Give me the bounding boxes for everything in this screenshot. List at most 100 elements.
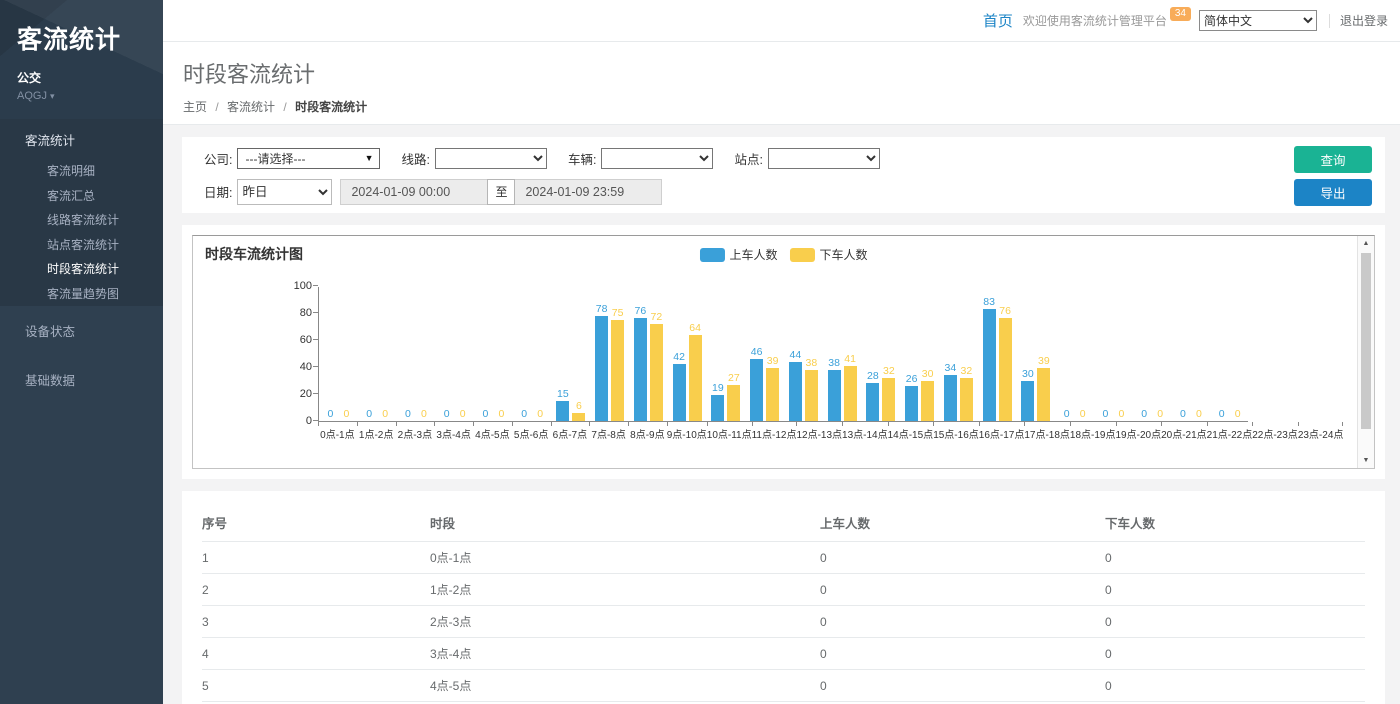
bar: [882, 378, 895, 421]
y-axis-tick-label: 100: [274, 280, 312, 292]
bar: [572, 413, 585, 421]
bar-value-label: 39: [1038, 356, 1050, 367]
breadcrumb: 主页 / 客流统计 / 时段客流统计: [183, 98, 1380, 115]
x-axis-tick-label: 8点-9点: [628, 426, 667, 441]
bar-value-label: 0: [482, 409, 488, 420]
y-axis-tick-label: 80: [274, 307, 312, 319]
bar-group: 00: [1210, 287, 1249, 421]
bar-value-label: 44: [790, 350, 802, 361]
company-select[interactable]: ---请选择--- ▼: [237, 148, 380, 169]
sidebar-subitem[interactable]: 客流量趋势图: [0, 282, 163, 307]
table-row: 32点-3点00: [202, 606, 1365, 638]
bar-value-label: 6: [576, 401, 582, 412]
date-preset-select[interactable]: 昨日: [237, 179, 332, 205]
bar: [866, 383, 879, 421]
export-button[interactable]: 导出: [1294, 179, 1372, 206]
bar-value-label: 26: [906, 374, 918, 385]
bar: [634, 318, 647, 421]
sidebar-item[interactable]: 基础数据: [0, 355, 163, 404]
x-axis-tick-label: 15点-16点: [933, 426, 979, 441]
sidebar-brand: 客流统计: [17, 20, 149, 56]
bar: [766, 368, 779, 421]
bar: [905, 386, 918, 421]
sidebar-subitem[interactable]: 客流汇总: [0, 184, 163, 209]
bar-value-label: 0: [1080, 409, 1086, 420]
table-cell: 2: [202, 574, 430, 606]
sidebar-subitem[interactable]: 线路客流统计: [0, 208, 163, 233]
y-axis-tick: [313, 420, 318, 421]
scroll-up-icon[interactable]: ▲: [1358, 236, 1374, 251]
sidebar-subitem[interactable]: 时段客流统计: [0, 257, 163, 282]
date-end-input[interactable]: [515, 179, 662, 205]
date-start-input[interactable]: [340, 179, 487, 205]
breadcrumb-separator: /: [283, 100, 286, 114]
breadcrumb-item-home[interactable]: 主页: [183, 100, 207, 114]
scroll-down-icon[interactable]: ▼: [1358, 453, 1374, 468]
main-area: 首页 欢迎使用客流统计管理平台 34 简体中文 退出登录 时段客流统计 主页 /…: [163, 0, 1400, 704]
table-cell: 3点-4点: [430, 638, 820, 670]
x-axis-tick-label: 21点-22点: [1207, 426, 1253, 441]
home-link[interactable]: 首页: [983, 10, 1013, 31]
x-axis-tick-label: 11点-12点: [752, 426, 797, 441]
x-axis-tick-label: 10点-11点: [707, 426, 752, 441]
bar-value-label: 0: [1118, 409, 1124, 420]
y-axis-tick-label: 0: [274, 415, 312, 427]
bar: [999, 318, 1012, 421]
y-axis-tick: [313, 285, 318, 286]
bar: [689, 335, 702, 421]
table-row: 10点-1点00: [202, 542, 1365, 574]
table-cell: 3: [202, 606, 430, 638]
sidebar-item[interactable]: 设备状态: [0, 306, 163, 355]
table-cell: 1点-2点: [430, 574, 820, 606]
page-content: 公司: ---请选择--- ▼ 线路: 车辆: 站点: 日期: 昨日: [163, 125, 1400, 704]
chart-scrollbar[interactable]: ▲ ▼: [1357, 236, 1374, 468]
bar-group: 156: [552, 287, 591, 421]
bar-value-label: 0: [1102, 409, 1108, 420]
bar: [1021, 381, 1034, 422]
sidebar-item-passenger-stats[interactable]: 客流统计: [0, 119, 163, 159]
breadcrumb-item-passenger-stats[interactable]: 客流统计: [227, 100, 275, 114]
bar-group: 00: [1055, 287, 1094, 421]
legend-item-boarding[interactable]: 上车人数: [699, 246, 777, 263]
bar: [750, 359, 763, 421]
bar-value-label: 72: [651, 312, 663, 323]
line-select[interactable]: [435, 148, 547, 169]
legend-swatch-boarding: [699, 248, 724, 262]
bar-value-label: 30: [1022, 369, 1034, 380]
x-axis-labels: 0点-1点1点-2点2点-3点3点-4点4点-5点5点-6点6点-7点7点-8点…: [318, 426, 1248, 441]
bar-group: 00: [1133, 287, 1172, 421]
org-code-dropdown[interactable]: AQGJ ▾: [17, 90, 149, 102]
bar-group: 8376: [978, 287, 1017, 421]
sidebar-subitem[interactable]: 站点客流统计: [0, 233, 163, 258]
vehicle-label: 车辆:: [568, 149, 596, 168]
scrollbar-thumb[interactable]: [1361, 253, 1371, 429]
x-axis-tick-label: 12点-13点: [796, 426, 842, 441]
bar: [789, 362, 802, 421]
station-select[interactable]: [768, 148, 880, 169]
query-button[interactable]: 查询: [1294, 146, 1372, 173]
bar: [611, 320, 624, 421]
page-heading: 时段客流统计 主页 / 客流统计 / 时段客流统计: [163, 42, 1400, 125]
sidebar-subitem[interactable]: 客流明细: [0, 159, 163, 184]
chart-card: 时段车流统计图 上车人数 下车人数 0204060801000000000000…: [182, 225, 1385, 479]
bar: [595, 316, 608, 421]
line-label: 线路:: [401, 149, 429, 168]
bar-group: 3841: [823, 287, 862, 421]
language-select[interactable]: 简体中文: [1199, 10, 1317, 31]
bar-value-label: 32: [883, 366, 895, 377]
filter-panel: 公司: ---请选择--- ▼ 线路: 车辆: 站点: 日期: 昨日: [182, 137, 1385, 213]
x-axis-tick-label: 20点-21点: [1161, 426, 1207, 441]
x-axis-tick-label: 2点-3点: [396, 426, 435, 441]
table-header-index: 序号: [202, 507, 430, 542]
bar-value-label: 0: [498, 409, 504, 420]
bar-value-label: 39: [767, 356, 779, 367]
nav-section-passenger-stats: 客流统计 客流明细客流汇总线路客流统计站点客流统计时段客流统计客流量趋势图: [0, 119, 163, 306]
table-row: 21点-2点00: [202, 574, 1365, 606]
bar-value-label: 0: [444, 409, 450, 420]
bar-value-label: 0: [1235, 409, 1241, 420]
bar-value-label: 0: [1064, 409, 1070, 420]
vehicle-select[interactable]: [601, 148, 713, 169]
legend-item-alighting[interactable]: 下车人数: [790, 246, 868, 263]
bar-value-label: 0: [1180, 409, 1186, 420]
logout-link[interactable]: 退出登录: [1340, 12, 1388, 29]
